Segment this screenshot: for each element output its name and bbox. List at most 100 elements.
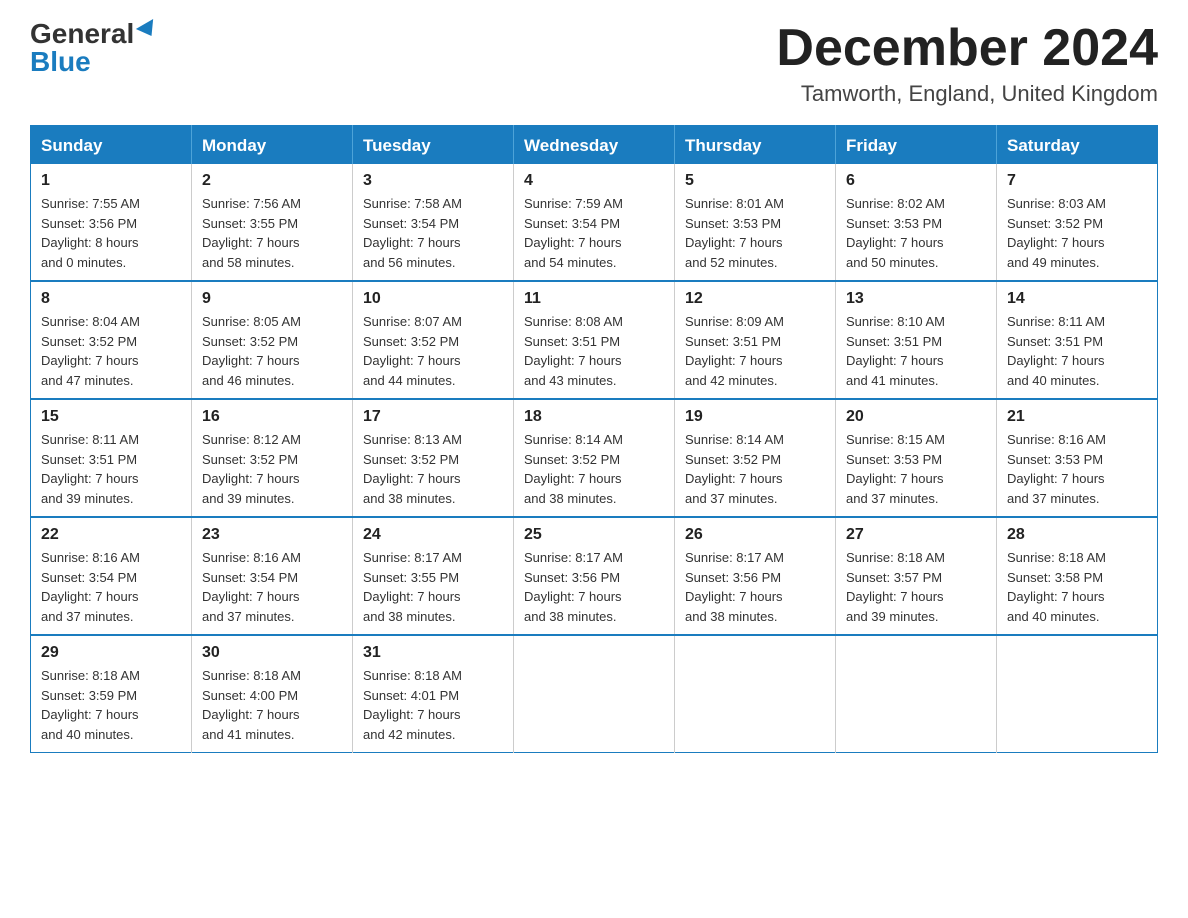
header-cell-tuesday: Tuesday [353,126,514,165]
day-info: Sunrise: 8:17 AM Sunset: 3:56 PM Dayligh… [524,548,664,626]
day-number: 11 [524,290,664,308]
calendar-cell: 11 Sunrise: 8:08 AM Sunset: 3:51 PM Dayli… [514,281,675,399]
calendar-cell [836,635,997,753]
calendar-cell: 31 Sunrise: 8:18 AM Sunset: 4:01 PM Dayli… [353,635,514,753]
day-number: 9 [202,290,342,308]
day-info: Sunrise: 8:04 AM Sunset: 3:52 PM Dayligh… [41,312,181,390]
header-cell-sunday: Sunday [31,126,192,165]
day-number: 4 [524,172,664,190]
calendar-body: 1 Sunrise: 7:55 AM Sunset: 3:56 PM Daylig… [31,164,1158,753]
day-number: 3 [363,172,503,190]
day-number: 8 [41,290,181,308]
calendar-cell: 9 Sunrise: 8:05 AM Sunset: 3:52 PM Daylig… [192,281,353,399]
day-number: 29 [41,644,181,662]
day-info: Sunrise: 8:02 AM Sunset: 3:53 PM Dayligh… [846,194,986,272]
day-info: Sunrise: 8:16 AM Sunset: 3:53 PM Dayligh… [1007,430,1147,508]
calendar-cell: 13 Sunrise: 8:10 AM Sunset: 3:51 PM Dayli… [836,281,997,399]
calendar-cell: 18Sunrise: 8:14 AM Sunset: 3:52 PM Dayli… [514,399,675,517]
calendar-cell: 12 Sunrise: 8:09 AM Sunset: 3:51 PM Dayli… [675,281,836,399]
day-info: Sunrise: 8:18 AM Sunset: 3:59 PM Dayligh… [41,666,181,744]
day-number: 27 [846,526,986,544]
day-info: Sunrise: 7:56 AM Sunset: 3:55 PM Dayligh… [202,194,342,272]
day-number: 1 [41,172,181,190]
day-info: Sunrise: 8:09 AM Sunset: 3:51 PM Dayligh… [685,312,825,390]
week-row-2: 8 Sunrise: 8:04 AM Sunset: 3:52 PM Daylig… [31,281,1158,399]
calendar-cell [675,635,836,753]
calendar-cell: 16 Sunrise: 8:12 AM Sunset: 3:52 PM Dayli… [192,399,353,517]
day-info: Sunrise: 8:08 AM Sunset: 3:51 PM Dayligh… [524,312,664,390]
calendar-cell: 20 Sunrise: 8:15 AM Sunset: 3:53 PM Dayli… [836,399,997,517]
calendar-cell: 7Sunrise: 8:03 AM Sunset: 3:52 PM Daylig… [997,164,1158,281]
day-number: 24 [363,526,503,544]
header-row: SundayMondayTuesdayWednesdayThursdayFrid… [31,126,1158,165]
day-info: Sunrise: 8:18 AM Sunset: 3:58 PM Dayligh… [1007,548,1147,626]
title-section: December 2024 Tamworth, England, United … [776,20,1158,107]
day-number: 6 [846,172,986,190]
calendar-cell: 24 Sunrise: 8:17 AM Sunset: 3:55 PM Dayli… [353,517,514,635]
day-info: Sunrise: 8:12 AM Sunset: 3:52 PM Dayligh… [202,430,342,508]
day-number: 16 [202,408,342,426]
day-info: Sunrise: 8:18 AM Sunset: 4:00 PM Dayligh… [202,666,342,744]
logo: General Blue [30,20,158,76]
day-number: 25 [524,526,664,544]
calendar-cell: 29 Sunrise: 8:18 AM Sunset: 3:59 PM Dayli… [31,635,192,753]
calendar-cell: 19Sunrise: 8:14 AM Sunset: 3:52 PM Dayli… [675,399,836,517]
day-info: Sunrise: 8:18 AM Sunset: 4:01 PM Dayligh… [363,666,503,744]
calendar-cell: 1 Sunrise: 7:55 AM Sunset: 3:56 PM Daylig… [31,164,192,281]
calendar-cell: 3 Sunrise: 7:58 AM Sunset: 3:54 PM Daylig… [353,164,514,281]
calendar-cell: 4 Sunrise: 7:59 AM Sunset: 3:54 PM Daylig… [514,164,675,281]
day-number: 5 [685,172,825,190]
day-info: Sunrise: 8:05 AM Sunset: 3:52 PM Dayligh… [202,312,342,390]
day-number: 13 [846,290,986,308]
day-info: Sunrise: 7:55 AM Sunset: 3:56 PM Dayligh… [41,194,181,272]
day-info: Sunrise: 8:13 AM Sunset: 3:52 PM Dayligh… [363,430,503,508]
day-info: Sunrise: 8:17 AM Sunset: 3:56 PM Dayligh… [685,548,825,626]
day-info: Sunrise: 8:07 AM Sunset: 3:52 PM Dayligh… [363,312,503,390]
day-info: Sunrise: 8:11 AM Sunset: 3:51 PM Dayligh… [1007,312,1147,390]
week-row-4: 22 Sunrise: 8:16 AM Sunset: 3:54 PM Dayli… [31,517,1158,635]
day-number: 28 [1007,526,1147,544]
calendar-cell: 21 Sunrise: 8:16 AM Sunset: 3:53 PM Dayli… [997,399,1158,517]
calendar-cell: 5 Sunrise: 8:01 AM Sunset: 3:53 PM Daylig… [675,164,836,281]
calendar-cell: 6 Sunrise: 8:02 AM Sunset: 3:53 PM Daylig… [836,164,997,281]
day-number: 21 [1007,408,1147,426]
header-cell-monday: Monday [192,126,353,165]
calendar-cell: 14 Sunrise: 8:11 AM Sunset: 3:51 PM Dayli… [997,281,1158,399]
day-number: 31 [363,644,503,662]
day-info: Sunrise: 7:58 AM Sunset: 3:54 PM Dayligh… [363,194,503,272]
calendar-cell: 30Sunrise: 8:18 AM Sunset: 4:00 PM Dayli… [192,635,353,753]
calendar-cell: 27Sunrise: 8:18 AM Sunset: 3:57 PM Dayli… [836,517,997,635]
calendar-cell: 22 Sunrise: 8:16 AM Sunset: 3:54 PM Dayli… [31,517,192,635]
header-cell-saturday: Saturday [997,126,1158,165]
logo-arrow-icon [136,19,160,41]
calendar-cell: 28 Sunrise: 8:18 AM Sunset: 3:58 PM Dayli… [997,517,1158,635]
calendar-cell [514,635,675,753]
calendar-cell [997,635,1158,753]
day-number: 14 [1007,290,1147,308]
calendar-cell: 2 Sunrise: 7:56 AM Sunset: 3:55 PM Daylig… [192,164,353,281]
calendar-table: SundayMondayTuesdayWednesdayThursdayFrid… [30,125,1158,753]
day-number: 15 [41,408,181,426]
day-number: 26 [685,526,825,544]
calendar-cell: 26 Sunrise: 8:17 AM Sunset: 3:56 PM Dayli… [675,517,836,635]
day-info: Sunrise: 7:59 AM Sunset: 3:54 PM Dayligh… [524,194,664,272]
calendar-cell: 25 Sunrise: 8:17 AM Sunset: 3:56 PM Dayli… [514,517,675,635]
day-number: 2 [202,172,342,190]
day-number: 22 [41,526,181,544]
header-cell-wednesday: Wednesday [514,126,675,165]
header-cell-thursday: Thursday [675,126,836,165]
calendar-cell: 17Sunrise: 8:13 AM Sunset: 3:52 PM Dayli… [353,399,514,517]
day-info: Sunrise: 8:01 AM Sunset: 3:53 PM Dayligh… [685,194,825,272]
calendar-cell: 10Sunrise: 8:07 AM Sunset: 3:52 PM Dayli… [353,281,514,399]
page-header: General Blue December 2024 Tamworth, Eng… [30,20,1158,107]
calendar-subtitle: Tamworth, England, United Kingdom [776,81,1158,107]
day-info: Sunrise: 8:16 AM Sunset: 3:54 PM Dayligh… [41,548,181,626]
day-number: 12 [685,290,825,308]
day-info: Sunrise: 8:17 AM Sunset: 3:55 PM Dayligh… [363,548,503,626]
week-row-3: 15Sunrise: 8:11 AM Sunset: 3:51 PM Dayli… [31,399,1158,517]
day-number: 20 [846,408,986,426]
day-info: Sunrise: 8:15 AM Sunset: 3:53 PM Dayligh… [846,430,986,508]
week-row-5: 29 Sunrise: 8:18 AM Sunset: 3:59 PM Dayli… [31,635,1158,753]
day-number: 7 [1007,172,1147,190]
day-info: Sunrise: 8:10 AM Sunset: 3:51 PM Dayligh… [846,312,986,390]
